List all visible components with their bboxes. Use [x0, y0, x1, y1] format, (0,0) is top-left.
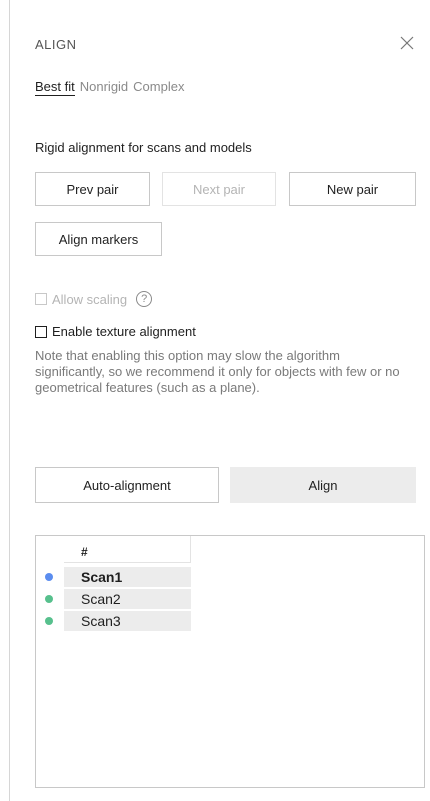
texture-alignment-label: Enable texture alignment: [52, 324, 196, 339]
align-button[interactable]: Align: [230, 467, 416, 503]
tab-bar: Best fit Nonrigid Complex: [35, 79, 184, 96]
allow-scaling-label: Allow scaling: [52, 291, 128, 307]
scan-color-dot: [45, 573, 53, 581]
prev-pair-button[interactable]: Prev pair: [35, 172, 150, 206]
panel-title: ALIGN: [35, 37, 77, 52]
tab-complex[interactable]: Complex: [133, 79, 184, 96]
help-icon[interactable]: ?: [136, 291, 153, 307]
scan-name: Scan3: [64, 611, 191, 631]
scan-row-scan2[interactable]: Scan2: [36, 589, 219, 609]
scan-color-dot: [45, 595, 53, 603]
scan-color-dot: [45, 617, 53, 625]
auto-alignment-button[interactable]: Auto-alignment: [35, 467, 219, 503]
scan-list-header: #: [64, 536, 191, 563]
align-markers-button[interactable]: Align markers: [35, 222, 162, 256]
texture-alignment-checkbox[interactable]: [35, 325, 47, 338]
allow-scaling-row: Allow scaling ?: [35, 291, 153, 307]
texture-alignment-note: Note that enabling this option may slow …: [35, 348, 400, 395]
scan-list[interactable]: # Scan1 Scan2 Scan3: [35, 535, 425, 788]
tab-best-fit[interactable]: Best fit: [35, 79, 75, 96]
new-pair-button[interactable]: New pair: [289, 172, 416, 206]
allow-scaling-checkbox[interactable]: [35, 293, 47, 305]
rigid-section-label: Rigid alignment for scans and models: [35, 140, 252, 155]
close-icon[interactable]: [400, 36, 414, 50]
scan-name: Scan1: [64, 567, 191, 587]
texture-alignment-row: Enable texture alignment: [35, 324, 196, 339]
scan-row-scan3[interactable]: Scan3: [36, 611, 219, 631]
align-panel: ALIGN Best fit Nonrigid Complex Rigid al…: [9, 0, 430, 801]
tab-nonrigid[interactable]: Nonrigid: [80, 79, 128, 96]
scan-row-scan1[interactable]: Scan1: [36, 567, 219, 587]
next-pair-button[interactable]: Next pair: [162, 172, 276, 206]
scan-name: Scan2: [64, 589, 191, 609]
